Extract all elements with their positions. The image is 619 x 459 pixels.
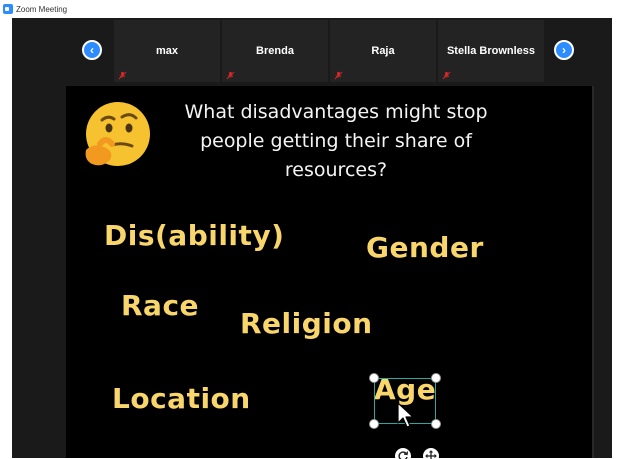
resize-handle[interactable] — [431, 419, 441, 429]
resize-handle[interactable] — [431, 373, 441, 383]
word-gender: Gender — [366, 231, 484, 264]
muted-mic-icon — [442, 71, 451, 80]
shared-screen: What disadvantages might stop people get… — [66, 86, 593, 459]
chevron-right-icon: › — [562, 43, 566, 57]
participant-name: Stella Brownless — [446, 45, 536, 57]
word-race: Race — [121, 289, 200, 322]
shared-screen-edge — [592, 86, 594, 458]
participant-name: max — [155, 45, 179, 57]
window-titlebar: Zoom Meeting — [0, 0, 619, 18]
participant-tile[interactable]: Stella Brownless — [438, 20, 544, 82]
muted-mic-icon — [226, 71, 235, 80]
word-disability: Dis(ability) — [104, 219, 285, 252]
zoom-icon — [3, 4, 13, 14]
move-icon — [425, 450, 437, 459]
participant-tile[interactable]: Brenda — [222, 20, 328, 82]
resize-handle[interactable] — [369, 373, 379, 383]
meeting-window: ‹ max Brenda Raja Stella Brownless › Wha… — [12, 18, 612, 459]
participant-name: Brenda — [256, 45, 294, 57]
word-religion: Religion — [240, 307, 373, 340]
chevron-left-icon: ‹ — [90, 43, 94, 57]
previous-page-button[interactable]: ‹ — [82, 40, 102, 60]
word-location: Location — [112, 382, 251, 415]
participant-strip: ‹ max Brenda Raja Stella Brownless › — [12, 18, 612, 84]
thinking-face-icon — [85, 102, 150, 166]
resize-handle[interactable] — [369, 419, 379, 429]
rotate-button[interactable] — [395, 448, 411, 459]
next-page-button[interactable]: › — [554, 40, 574, 60]
participant-tile[interactable]: Raja — [330, 20, 436, 82]
participant-tile[interactable]: max — [114, 20, 220, 82]
question-text: What disadvantages might stop people get… — [184, 101, 488, 181]
participant-name: Raja — [371, 45, 395, 57]
move-button[interactable] — [423, 448, 439, 459]
muted-mic-icon — [334, 71, 343, 80]
muted-mic-icon — [118, 71, 127, 80]
window-title: Zoom Meeting — [16, 4, 68, 14]
rotate-icon — [398, 451, 409, 459]
mouse-pointer-icon — [397, 402, 414, 428]
